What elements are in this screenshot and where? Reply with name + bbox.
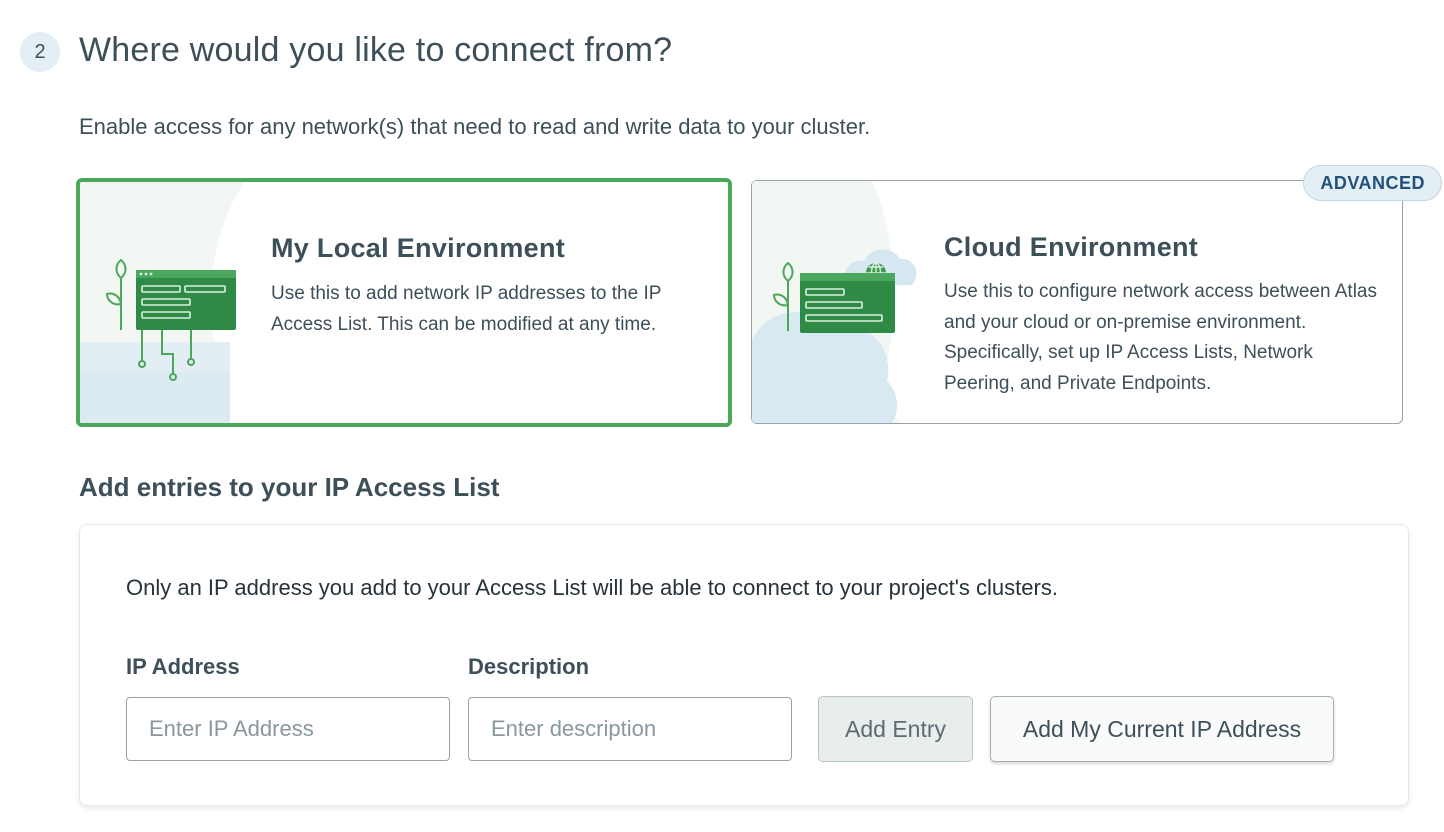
advanced-badge: ADVANCED: [1303, 165, 1442, 201]
step-intro: Enable access for any network(s) that ne…: [79, 114, 871, 139]
cloud-environment-title: Cloud Environment: [944, 232, 1199, 262]
step-number-badge: 2: [20, 32, 60, 72]
access-list-note: Only an IP address you add to your Acces…: [126, 575, 1058, 600]
access-list-panel: Only an IP address you add to your Acces…: [79, 524, 1409, 806]
description-label: Description: [468, 654, 590, 679]
local-environment-description: Use this to add network IP addresses to …: [271, 283, 662, 335]
cloud-environment-illustration-icon: [752, 181, 952, 423]
add-current-ip-button[interactable]: Add My Current IP Address: [990, 696, 1334, 762]
local-environment-illustration-icon: [80, 182, 280, 423]
local-environment-title: My Local Environment: [271, 233, 566, 263]
cloud-environment-description: Use this to configure network access bet…: [944, 281, 1378, 394]
ip-address-label: IP Address: [126, 654, 240, 679]
description-input[interactable]: [468, 697, 792, 761]
local-environment-card[interactable]: My Local Environment Use this to add net…: [76, 178, 732, 427]
access-list-heading: Add entries to your IP Access List: [79, 472, 500, 502]
ip-address-input[interactable]: [126, 697, 450, 761]
cloud-environment-card[interactable]: Cloud Environment Use this to configure …: [751, 165, 1442, 424]
add-entry-button[interactable]: Add Entry: [818, 696, 973, 762]
step-title: Where would you like to connect from?: [79, 31, 673, 69]
